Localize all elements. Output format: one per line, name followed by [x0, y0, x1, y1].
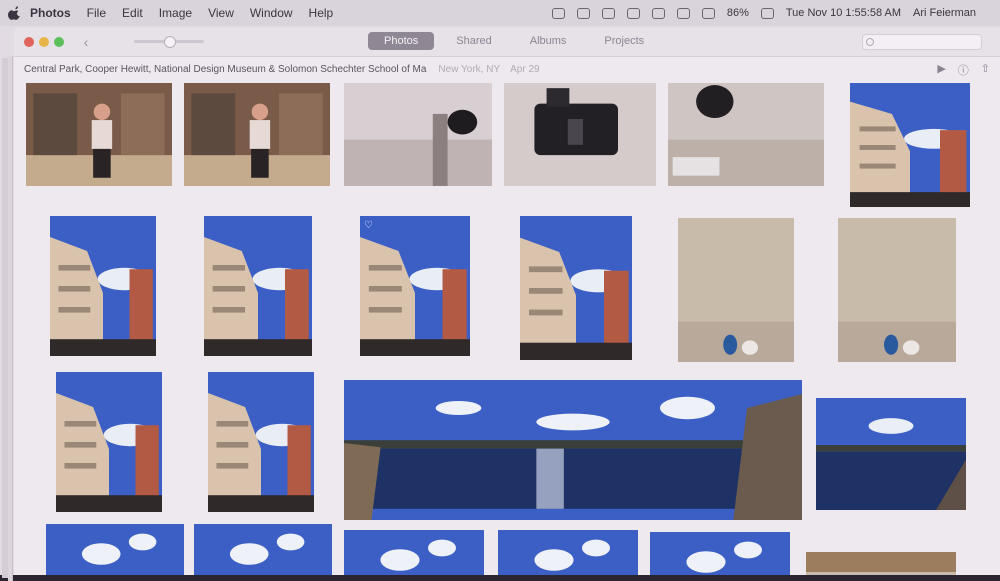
minimize-button[interactable]	[39, 37, 49, 47]
battery-percent[interactable]: 86%	[727, 7, 749, 19]
photo-thumbnail[interactable]	[26, 83, 172, 186]
slideshow-icon[interactable]: ▶	[937, 62, 945, 78]
photo-thumbnail[interactable]	[344, 380, 802, 520]
moment-header: Central Park, Cooper Hewitt, National De…	[14, 58, 1000, 80]
volume-icon[interactable]	[701, 7, 715, 19]
photo-thumbnail[interactable]	[344, 83, 492, 186]
photo-thumbnail[interactable]	[194, 524, 332, 575]
tab-albums[interactable]: Albums	[514, 32, 583, 50]
photo-thumbnail[interactable]	[50, 216, 156, 356]
status-area: 86% Tue Nov 10 1:55:58 AM Ari Feierman	[551, 0, 976, 26]
photo-thumbnail[interactable]	[208, 372, 314, 512]
clock[interactable]: Tue Nov 10 1:55:58 AM	[786, 7, 901, 19]
photo-thumbnail[interactable]	[344, 530, 484, 575]
fullscreen-button[interactable]	[54, 37, 64, 47]
time-machine-icon[interactable]	[626, 7, 640, 19]
photo-thumbnail[interactable]	[520, 216, 632, 360]
background-window-edge	[8, 56, 13, 581]
tab-photos[interactable]: Photos	[368, 32, 435, 50]
photo-thumbnail[interactable]	[816, 398, 966, 510]
menu-view[interactable]: View	[208, 6, 234, 20]
adobe-icon[interactable]	[576, 7, 590, 19]
photo-grid: ♡	[14, 80, 1000, 575]
close-button[interactable]	[24, 37, 34, 47]
search-input[interactable]	[862, 34, 982, 50]
photo-thumbnail[interactable]	[668, 83, 824, 186]
moment-actions: ▶ ⓘ ⇧	[937, 62, 990, 78]
share-icon[interactable]: ⇧	[981, 62, 990, 78]
menu-file[interactable]: File	[87, 6, 106, 20]
photo-thumbnail[interactable]	[56, 372, 162, 512]
dropbox-icon[interactable]	[551, 7, 565, 19]
photo-thumbnail[interactable]: ♡	[360, 216, 470, 356]
moment-location[interactable]: New York, NY	[438, 64, 500, 75]
menu-help[interactable]: Help	[309, 6, 334, 20]
photo-thumbnail[interactable]	[184, 83, 330, 186]
photo-thumbnail[interactable]	[46, 524, 184, 575]
menu-window[interactable]: Window	[250, 6, 293, 20]
zoom-slider[interactable]	[134, 36, 204, 48]
photos-window: ‹ Photos Shared Albums Projects Central …	[14, 28, 1000, 575]
info-icon[interactable]: ⓘ	[958, 62, 969, 78]
menu-photos[interactable]: Photos	[30, 6, 71, 20]
tab-projects[interactable]: Projects	[588, 32, 660, 50]
battery-icon[interactable]	[760, 7, 774, 19]
photo-thumbnail[interactable]	[678, 218, 794, 362]
display-icon[interactable]	[601, 7, 615, 19]
moment-date: Apr 29	[510, 63, 540, 75]
zoom-knob[interactable]	[164, 36, 176, 48]
photo-thumbnail[interactable]	[204, 216, 312, 356]
menu-bar: Photos File Edit Image View Window Help …	[0, 0, 1000, 26]
moment-title[interactable]: Central Park, Cooper Hewitt, National De…	[24, 64, 426, 75]
favorite-heart-icon[interactable]: ♡	[364, 220, 373, 231]
photo-thumbnail[interactable]	[650, 532, 790, 575]
wifi-icon[interactable]	[676, 7, 690, 19]
menu-edit[interactable]: Edit	[122, 6, 143, 20]
back-button[interactable]: ‹	[76, 33, 96, 51]
menu-image[interactable]: Image	[159, 6, 192, 20]
apple-icon[interactable]	[8, 6, 22, 20]
photo-thumbnail[interactable]	[498, 530, 638, 575]
user-name[interactable]: Ari Feierman	[913, 7, 976, 19]
photo-thumbnail[interactable]	[838, 218, 956, 362]
toolbar: ‹ Photos Shared Albums Projects	[14, 28, 1000, 57]
view-tabs: Photos Shared Albums Projects	[368, 32, 666, 50]
photo-thumbnail[interactable]	[850, 83, 970, 207]
tab-shared[interactable]: Shared	[440, 32, 507, 50]
bluetooth-icon[interactable]	[651, 7, 665, 19]
search-icon	[866, 38, 874, 46]
photo-thumbnail[interactable]	[504, 83, 656, 186]
photo-thumbnail[interactable]	[806, 552, 956, 575]
